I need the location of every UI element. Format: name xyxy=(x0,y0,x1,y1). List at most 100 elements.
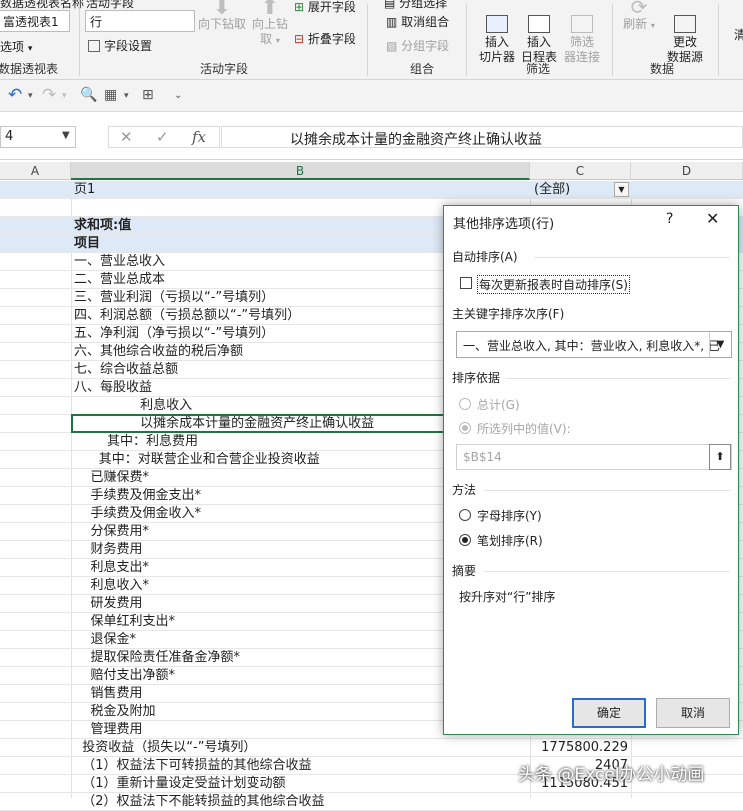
undo-dropdown[interactable]: ▾ xyxy=(28,91,33,101)
filter-connections-button[interactable]: 筛选 器连接 xyxy=(560,0,604,65)
cell-b[interactable]: 项目 xyxy=(74,235,100,253)
summary-text: 按升序对“行”排序 xyxy=(459,590,556,604)
insert-timeline-button[interactable]: 插入 日程表 xyxy=(518,0,560,65)
cell-b[interactable]: 已赚保费* xyxy=(74,469,150,487)
cell-b[interactable]: 销售费用 xyxy=(74,685,143,703)
undo-icon[interactable]: ↶ xyxy=(8,85,22,105)
sort-by-label: 排序依据 xyxy=(452,371,501,385)
cancel-button[interactable]: 取消 xyxy=(656,698,730,728)
refresh-button[interactable]: ⟳ 刷新 ▾ xyxy=(620,0,658,33)
table-icon[interactable]: ⊞ xyxy=(142,87,154,103)
alphabetic-label[interactable]: 字母排序(Y) xyxy=(477,507,542,524)
filter-dropdown-icon[interactable]: ▼ xyxy=(614,182,629,197)
enter-icon[interactable]: ✓ xyxy=(156,128,169,146)
dialog-title: 其他排序选项(行) xyxy=(453,217,555,232)
reference-input[interactable]: $B$14 ⬆ xyxy=(456,444,732,470)
clear-button[interactable]: 清 xyxy=(734,26,743,43)
column-header-a[interactable]: A xyxy=(0,162,71,180)
customize-qat-icon[interactable]: ⌄ xyxy=(174,90,182,101)
redo-icon[interactable]: ↷ xyxy=(42,85,56,105)
cell-b[interactable]: 六、其他综合收益的税后净额 xyxy=(74,343,243,361)
ungroup-icon: ▥ xyxy=(386,15,398,29)
primary-key-select[interactable]: 一、营业总收入, 其中：营业收入, 利息收入*, 已 ▼ xyxy=(456,331,732,358)
change-source-button[interactable]: 更改 数据源 xyxy=(660,0,710,65)
stroke-radio[interactable] xyxy=(459,534,471,546)
column-header-c[interactable]: C xyxy=(530,162,631,180)
options-button[interactable]: 选项 ▾ xyxy=(0,38,32,55)
insert-function-icon[interactable]: fx xyxy=(192,128,206,146)
table-row: （2）权益法下不能转损益的其他综合收益 xyxy=(0,793,743,811)
table-row: 投资收益（损失以“-”号填列） 1775800.229 xyxy=(0,739,743,757)
formula-input[interactable]: 以摊余成本计量的金融资产终止确认收益 xyxy=(221,126,743,148)
cell-b[interactable]: 税金及附加 xyxy=(74,703,156,721)
cell-b[interactable]: 利息收入 xyxy=(74,397,192,415)
name-box-dropdown-icon[interactable]: ▼ xyxy=(62,130,70,141)
cell-b[interactable]: 七、综合收益总额 xyxy=(74,361,178,379)
cell-b[interactable]: （2）权益法下不能转损益的其他综合收益 xyxy=(74,793,324,811)
cell-b[interactable]: 提取保险责任准备金净额* xyxy=(74,649,241,667)
cell-b[interactable]: 求和项:值 xyxy=(74,217,131,235)
auto-sort-checkbox[interactable] xyxy=(460,277,472,289)
format-painter-icon[interactable]: ▦ xyxy=(104,87,117,103)
cell-b[interactable]: 四、利润总额（亏损总额以“-”号填列） xyxy=(74,307,300,325)
cell-b[interactable]: 一、营业总收入 xyxy=(74,253,165,271)
reference-value: $B$14 xyxy=(463,450,502,464)
grand-total-radio[interactable] xyxy=(459,398,471,410)
insert-slicer-button[interactable]: 插入 切片器 xyxy=(474,0,520,65)
redo-dropdown[interactable]: ▾ xyxy=(62,91,67,101)
cell-b[interactable]: 其中：对联营企业和合营企业投资收益 xyxy=(74,451,320,469)
drill-down-button[interactable]: ⬇ 向下钻取 xyxy=(196,0,248,32)
cell-b[interactable]: 其中：利息费用 xyxy=(74,433,198,451)
selected-column-radio[interactable] xyxy=(459,422,471,434)
cell-b[interactable]: 八、每股收益 xyxy=(74,379,152,397)
column-header-b[interactable]: B xyxy=(71,162,530,180)
filter-connections-icon xyxy=(571,15,593,33)
ok-button[interactable]: 确定 xyxy=(572,698,646,728)
cell-b[interactable]: （1）重新计量设定受益计划变动额 xyxy=(74,775,285,793)
summary-label: 摘要 xyxy=(452,564,477,578)
column-header-d[interactable]: D xyxy=(631,162,743,180)
cell-b[interactable]: 保单红利支出* xyxy=(74,613,176,631)
cell-b[interactable]: 分保费用* xyxy=(74,523,150,541)
group-field-icon: ▧ xyxy=(386,39,398,53)
auto-sort-checkbox-label[interactable]: 每次更新报表时自动排序(S) xyxy=(477,275,630,294)
slicer-icon xyxy=(486,15,508,33)
format-dropdown[interactable]: ▾ xyxy=(124,91,129,101)
cell-b[interactable]: 管理费用 xyxy=(74,721,143,739)
cell-b[interactable]: 财务费用 xyxy=(74,541,143,559)
active-field-input[interactable]: 行 xyxy=(85,10,195,32)
ribbon: 数据透视表名称 富透视表1 选项 ▾ 数据透视表 活动字段 行 字段设置 ⬇ 向… xyxy=(0,0,743,80)
cell-b[interactable]: 利息收入* xyxy=(74,577,150,595)
cell-c[interactable]: 1775800.229 xyxy=(530,739,630,757)
cell-b[interactable]: （1）权益法下可转损益的其他综合收益 xyxy=(74,757,311,775)
cell-b[interactable]: 页1 xyxy=(74,181,95,199)
cell-b[interactable]: 赔付支出净额* xyxy=(74,667,176,685)
timeline-icon xyxy=(528,15,550,33)
cell-b[interactable]: 手续费及佣金收入* xyxy=(74,505,202,523)
cell-b[interactable]: 三、营业利润（亏损以“-”号填列） xyxy=(74,289,274,307)
formula-bar: 4 ▼ ✕ ✓ fx 以摊余成本计量的金融资产终止确认收益 xyxy=(0,112,743,160)
cell-b[interactable]: 手续费及佣金支出* xyxy=(74,487,202,505)
help-icon[interactable]: ? xyxy=(666,211,673,227)
cell-b[interactable]: 退保金* xyxy=(74,631,137,649)
arrow-up-icon: ⬆ xyxy=(260,0,280,20)
cell-b[interactable]: 五、净利润（净亏损以“-”号填列） xyxy=(74,325,274,343)
collapse-field-button[interactable]: ⊟ 折叠字段 xyxy=(294,30,356,47)
group-selection-button[interactable]: ▤ 分组选择 xyxy=(384,0,447,11)
cell-b[interactable]: 二、营业总成本 xyxy=(74,271,165,289)
alphabetic-radio[interactable] xyxy=(459,509,471,521)
group-field-button[interactable]: ▧ 分组字段 xyxy=(386,37,449,54)
cancel-icon[interactable]: ✕ xyxy=(120,128,133,146)
print-preview-icon[interactable]: 🔍 xyxy=(80,87,97,103)
pivot-name-input[interactable]: 富透视表1 xyxy=(0,10,70,32)
ungroup-button[interactable]: ▥ 取消组合 xyxy=(386,13,449,30)
collapse-dialog-icon[interactable]: ⬆ xyxy=(709,444,731,470)
drill-up-button[interactable]: ⬆ 向上钻取 ▾ xyxy=(250,0,290,48)
cell-b[interactable]: 研发费用 xyxy=(74,595,143,613)
stroke-label[interactable]: 笔划排序(R) xyxy=(477,532,543,549)
expand-field-button[interactable]: ⊞ 展开字段 xyxy=(294,0,356,15)
close-icon[interactable]: ✕ xyxy=(706,209,719,228)
cell-b[interactable]: 利息支出* xyxy=(74,559,150,577)
cell-b[interactable]: 投资收益（损失以“-”号填列） xyxy=(74,739,256,757)
field-settings-button[interactable]: 字段设置 xyxy=(88,37,152,54)
